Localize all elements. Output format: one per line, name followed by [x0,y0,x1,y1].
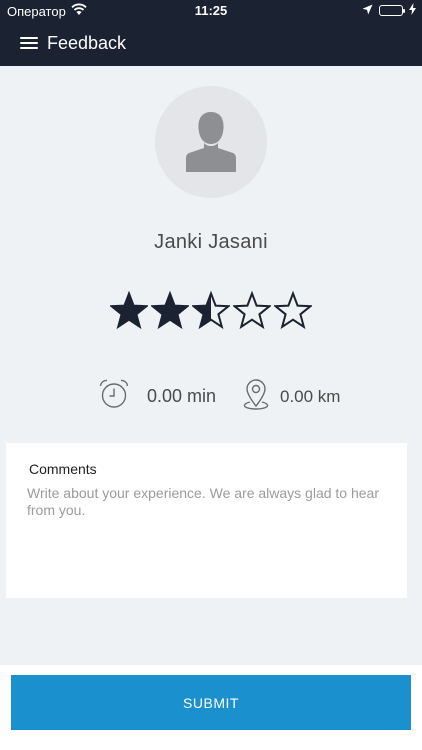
distance-stat: 0.00 km [243,378,340,415]
avatar [155,86,267,198]
trip-stats: 0.00 min 0.00 km [0,378,422,414]
status-right-icons [362,3,416,18]
status-bar: Оператор 11:25 [0,0,422,22]
distance-value: 0.00 km [280,386,341,406]
comments-card: Comments [6,443,407,598]
page-title: Feedback [47,33,127,53]
star-filled-icon[interactable] [108,290,150,334]
nav-bar: Feedback [0,22,422,66]
star-empty-icon[interactable] [272,290,314,334]
user-name: Janki Jasani [154,231,268,253]
menu-line [20,42,38,44]
status-time: 11:25 [194,3,228,18]
location-arrow-icon [362,3,373,18]
submit-button[interactable]: SUBMIT [11,675,411,730]
time-stat: 0.00 min [98,378,216,415]
star-rating[interactable] [108,290,314,334]
comments-label: Comments [29,461,97,477]
menu-line [20,37,38,39]
star-empty-icon[interactable] [231,290,273,334]
hamburger-menu-icon[interactable] [20,34,40,54]
person-silhouette-icon [186,112,236,172]
alarm-clock-icon [98,378,130,415]
menu-line [20,47,38,49]
charging-bolt-icon [409,3,416,18]
star-half-icon[interactable] [190,290,232,334]
comments-input[interactable] [27,485,387,585]
location-pin-icon [243,378,269,415]
star-filled-icon[interactable] [149,290,191,334]
battery-icon [379,5,405,16]
time-value: 0.00 min [147,386,217,406]
